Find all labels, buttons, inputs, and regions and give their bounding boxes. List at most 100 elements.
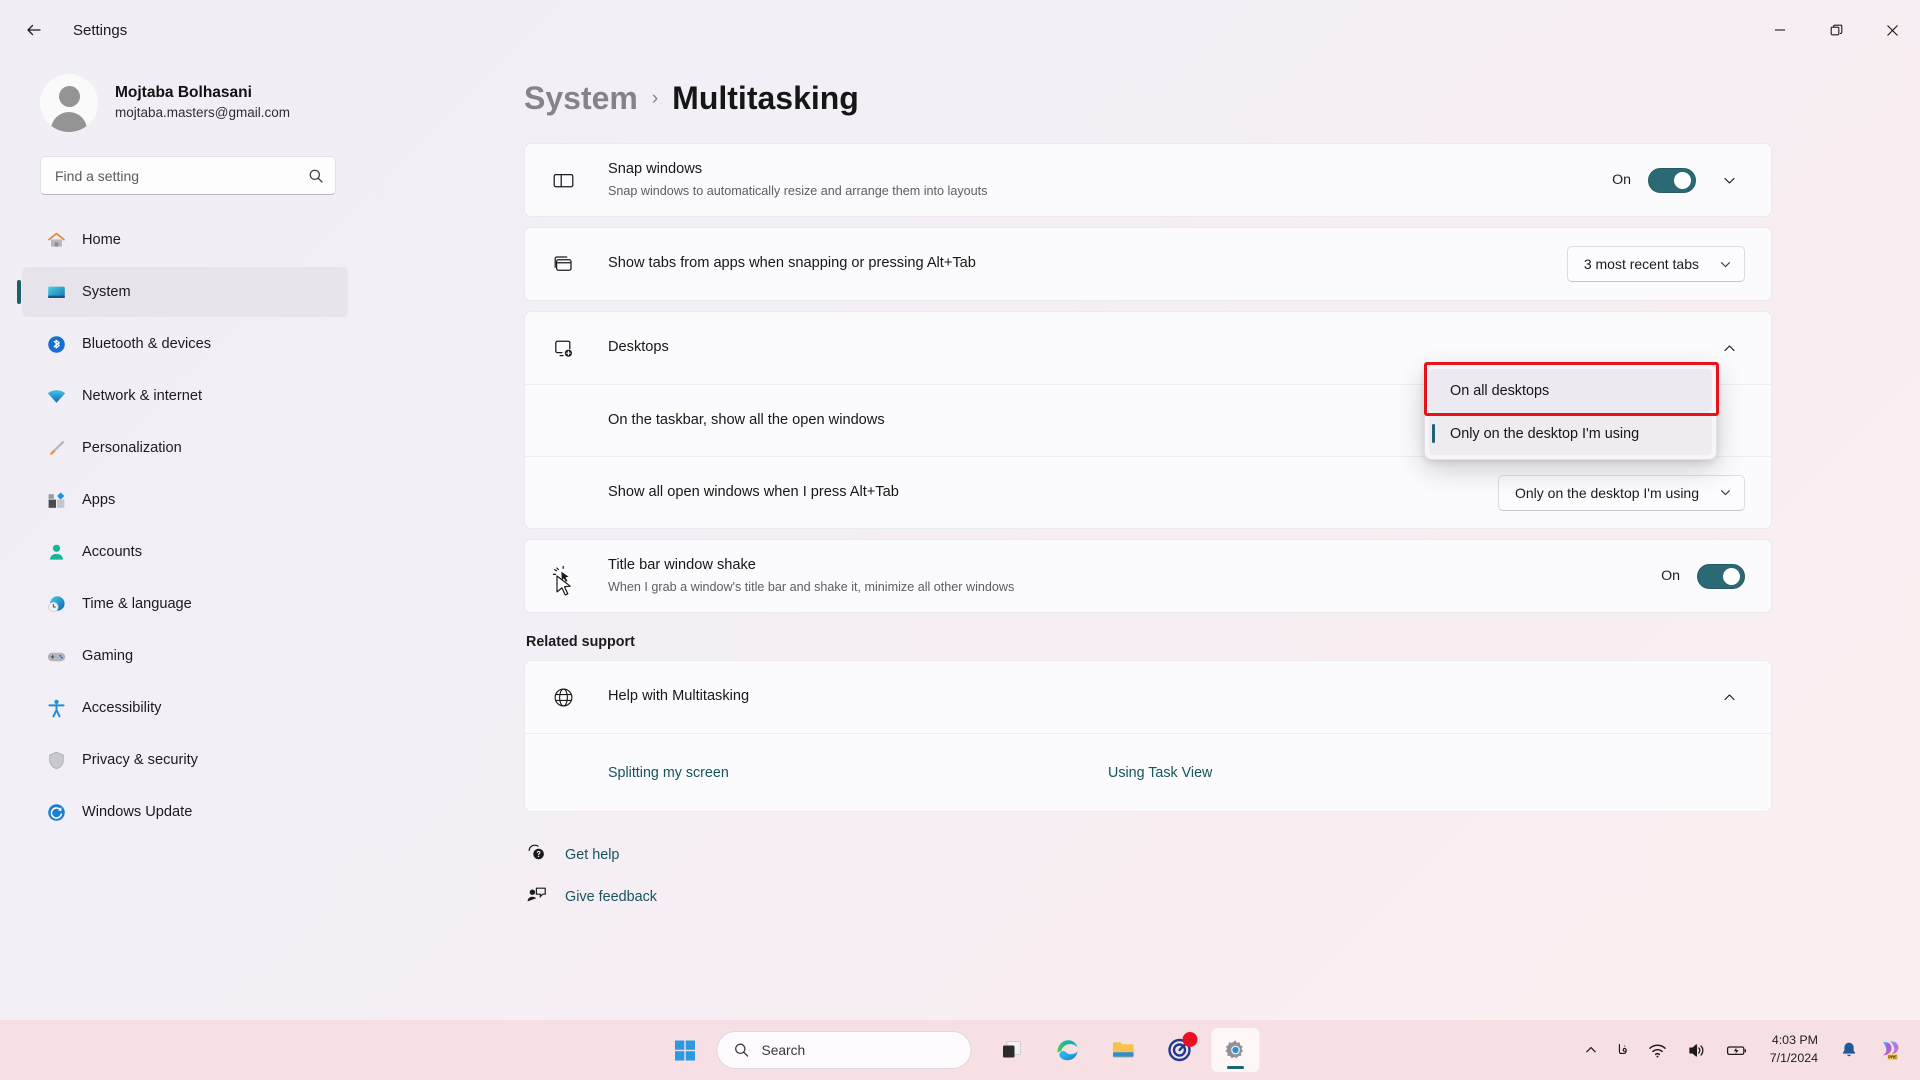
sidebar-item-time-language[interactable]: Time & language [22,579,348,629]
system-icon [45,281,67,303]
related-support-collapse-chevron-up-icon[interactable] [1713,681,1745,713]
alt-tab-windows-row[interactable]: Show all open windows when I press Alt+T… [525,456,1771,528]
title-bar-shake-icon [552,565,586,588]
system-tray: فا 4:03 PM 7/1/2024 PRE [1576,1020,1920,1080]
file-explorer-icon[interactable] [1100,1028,1148,1072]
title-bar-shake-row[interactable]: Title bar window shake When I grab a win… [525,540,1771,612]
dropdown-option-label: Only on the desktop I'm using [1450,425,1640,442]
clock[interactable]: 4:03 PM 7/1/2024 [1760,1028,1828,1072]
sidebar-item-bluetooth-devices[interactable]: Bluetooth & devices [22,319,348,369]
desktops-collapse-chevron-up-icon[interactable] [1713,332,1745,364]
sidebar-item-accounts[interactable]: Accounts [22,527,348,577]
sidebar-label: Home [82,232,121,248]
sidebar-item-network-internet[interactable]: Network & internet [22,371,348,421]
sidebar: Mojtaba Bolhasani mojtaba.masters@gmail.… [0,60,370,1020]
battery-icon[interactable] [1718,1028,1756,1072]
app-title: Settings [73,21,128,39]
sidebar-label: Accounts [82,544,143,560]
sidebar-item-accessibility[interactable]: Accessibility [22,683,348,733]
personalization-icon [45,437,67,459]
search-setting-box[interactable] [40,156,336,195]
clock-time: 4:03 PM [1771,1033,1818,1048]
task-view-icon[interactable] [988,1028,1036,1072]
support-link-splitting-my-screen[interactable]: Splitting my screen [608,765,1108,781]
snap-windows-toggle[interactable] [1648,167,1696,193]
network-icon [45,385,67,407]
dropdown-option-on-all-desktops[interactable]: On all desktops [1429,369,1712,412]
get-help-link[interactable]: Get help [526,834,633,876]
give-feedback-link[interactable]: Give feedback [526,876,671,918]
sidebar-label: Personalization [82,440,182,456]
breadcrumb-separator-icon: › [651,87,659,109]
taskbar-windows-title: On the taskbar, show all the open window… [608,411,885,428]
avatar [40,74,98,132]
volume-icon[interactable] [1679,1028,1714,1072]
close-button[interactable] [1864,0,1920,60]
dropdown-option-label: On all desktops [1450,382,1550,399]
account-email: mojtaba.masters@gmail.com [115,105,291,121]
sidebar-item-windows-update[interactable]: Windows Update [22,787,348,837]
sidebar-label: Bluetooth & devices [82,336,211,352]
sidebar-item-personalization[interactable]: Personalization [22,423,348,473]
back-button[interactable] [14,10,54,50]
sidebar-label: Gaming [82,648,134,664]
sidebar-item-system[interactable]: System [17,267,348,317]
sidebar-item-gaming[interactable]: Gaming [22,631,348,681]
taskbar-windows-dropdown-flyout[interactable]: On all desktops Only on the desktop I'm … [1424,364,1717,460]
taskbar-search-box[interactable]: Search [716,1031,972,1069]
wifi-icon[interactable] [1640,1028,1675,1072]
search-input[interactable] [55,167,308,184]
give-feedback-icon [526,884,547,910]
sidebar-item-home[interactable]: Home [22,215,348,265]
copilot-icon[interactable]: PRE [1870,1028,1912,1072]
app-badged-icon[interactable] [1156,1028,1204,1072]
dropdown-option-only-on-the-desktop-im-using[interactable]: Only on the desktop I'm using [1429,412,1712,455]
gaming-icon [45,645,67,667]
edge-icon[interactable] [1044,1028,1092,1072]
minimize-button[interactable] [1752,0,1808,60]
snap-windows-row[interactable]: Snap windows Snap windows to automatical… [525,144,1771,216]
bluetooth-icon [45,333,67,355]
snap-windows-expand-chevron-down-icon[interactable] [1713,164,1745,196]
sidebar-item-privacy-security[interactable]: Privacy & security [22,735,348,785]
home-icon [45,229,67,251]
sidebar-label: Apps [82,492,116,508]
chevron-down-icon [1721,261,1730,267]
sidebar-nav: Home System Bluetooth & devices Network … [17,215,352,837]
sidebar-label: Windows Update [82,804,193,820]
search-icon [735,1043,749,1057]
support-link-using-task-view[interactable]: Using Task View [1108,765,1212,781]
account-name: Mojtaba Bolhasani [115,84,252,102]
accessibility-icon [45,697,67,719]
title-bar-shake-card: Title bar window shake When I grab a win… [524,539,1772,613]
windows-update-icon [45,801,67,823]
taskbar-center-group: Search [661,1028,1260,1072]
title-bar: Settings [0,0,1920,60]
sidebar-item-apps[interactable]: Apps [22,475,348,525]
maximize-button[interactable] [1808,0,1864,60]
snap-windows-icon [552,169,586,192]
taskbar-search-placeholder: Search [761,1042,806,1058]
title-bar-shake-toggle[interactable] [1697,563,1745,589]
settings-icon[interactable] [1211,1028,1260,1072]
sidebar-label: Time & language [82,596,192,612]
running-indicator [1227,1066,1244,1069]
show-tabs-dropdown[interactable]: 3 most recent tabs [1566,246,1745,282]
start-button[interactable] [661,1028,709,1072]
account-card[interactable]: Mojtaba Bolhasani mojtaba.masters@gmail.… [18,60,352,146]
page-title: Multitasking [672,80,859,116]
tray-overflow-chevron-up-icon[interactable] [1576,1028,1606,1072]
sidebar-label: Accessibility [82,700,162,716]
help-with-multitasking-row[interactable]: Help with Multitasking [525,661,1771,733]
breadcrumb-parent[interactable]: System [524,80,638,117]
desktops-icon [552,337,586,360]
show-tabs-row[interactable]: Show tabs from apps when snapping or pre… [525,228,1771,300]
show-tabs-value: 3 most recent tabs [1583,256,1699,272]
notification-badge [1182,1032,1198,1047]
ime-language-indicator[interactable]: فا [1610,1028,1636,1072]
alt-tab-windows-dropdown[interactable]: Only on the desktop I'm using [1498,474,1745,511]
accounts-icon [45,541,67,563]
help-with-multitasking-title: Help with Multitasking [608,688,750,705]
notifications-bell-icon[interactable] [1832,1028,1866,1072]
get-help-icon [526,842,547,868]
